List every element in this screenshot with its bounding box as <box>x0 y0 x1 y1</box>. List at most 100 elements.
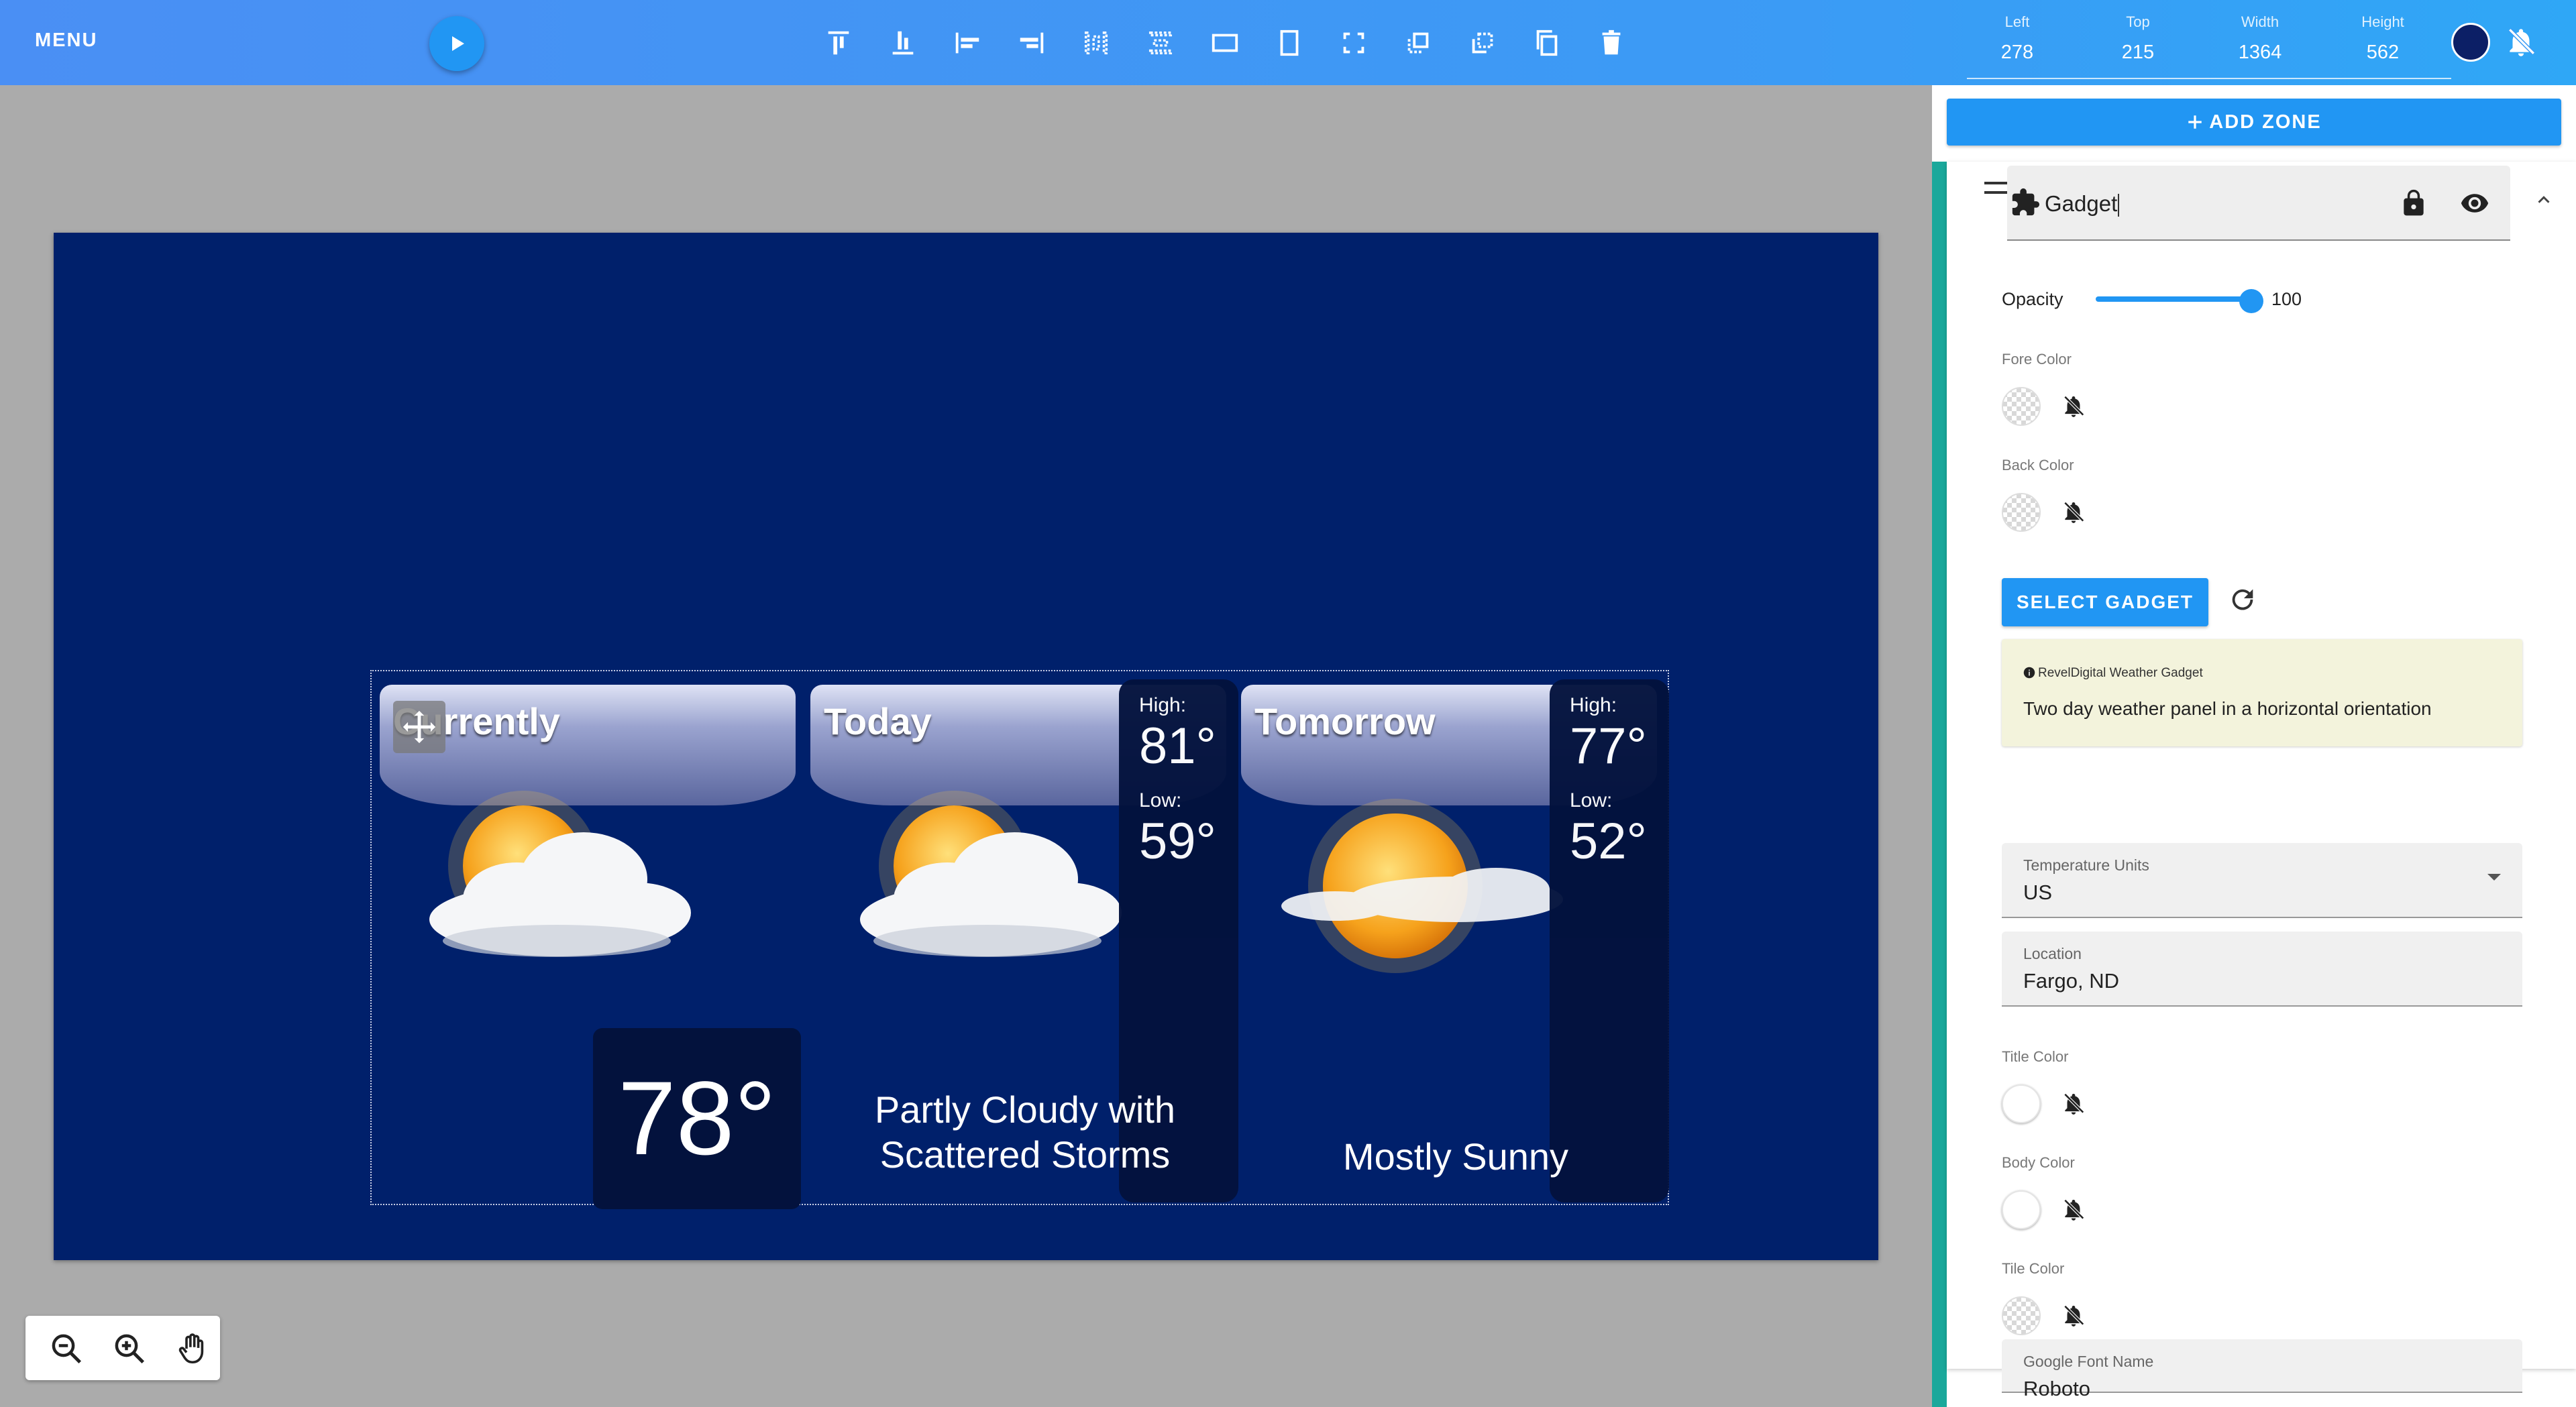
send-backward-button[interactable] <box>1464 24 1501 62</box>
weather-panel-today: Today High: 81° Low: 59° Partly Cloudy w… <box>810 679 1238 1202</box>
title-color-label: Title Color <box>2002 1048 2069 1065</box>
align-right-button[interactable] <box>1013 24 1051 62</box>
stretch-width-button[interactable] <box>1206 24 1244 62</box>
zone-name-field[interactable]: Gadget <box>2007 166 2510 241</box>
delete-icon <box>1602 30 1621 55</box>
send-backward-icon <box>1472 32 1493 54</box>
gadget-info-card: RevelDigital Weather Gadget Two day weat… <box>2002 639 2522 746</box>
body-color-swatch[interactable] <box>2002 1190 2041 1229</box>
location-value[interactable]: Fargo, ND <box>2023 969 2119 993</box>
weather-gadget-zone[interactable]: Currently 78° Today High: 81° Low: 59° P… <box>370 670 1669 1209</box>
zoom-in-icon[interactable] <box>111 1331 148 1367</box>
partly-cloudy-icon <box>429 791 691 957</box>
opacity-slider-thumb[interactable] <box>2239 289 2263 313</box>
gadget-info-description: Two day weather panel in a horizontal or… <box>2023 698 2432 719</box>
height-field[interactable]: Height 562 <box>2332 13 2433 64</box>
location-label: Location <box>2023 945 2082 962</box>
play-icon <box>452 36 464 51</box>
back-color-label: Back Color <box>2002 457 2074 473</box>
align-top-button[interactable] <box>820 24 857 62</box>
current-temp: 78° <box>618 1060 776 1177</box>
eye-icon[interactable] <box>2458 188 2491 218</box>
title-color-swatch[interactable] <box>2002 1084 2041 1123</box>
menu-button[interactable]: MENU <box>35 30 97 52</box>
temperature-units-select[interactable]: Temperature Units US <box>2002 843 2522 918</box>
location-input[interactable]: Location Fargo, ND <box>2002 932 2522 1007</box>
tomorrow-condition: Mostly Sunny <box>1342 1135 1569 1178</box>
weather-panel-tomorrow: Tomorrow High: 77° Low: 52° Mostly Sunny <box>1241 679 1669 1202</box>
add-zone-button[interactable]: ADD ZONE <box>1947 99 2561 146</box>
align-left-icon <box>955 32 979 54</box>
notifications-off-icon[interactable] <box>2061 1303 2086 1329</box>
fore-color-label: Fore Color <box>2002 351 2072 368</box>
tomorrow-high-low-tile: High: 77° Low: 52° <box>1550 679 1669 1202</box>
width-field[interactable]: Width 1364 <box>2210 13 2310 64</box>
bring-forward-button[interactable] <box>1399 24 1437 62</box>
opacity-label: Opacity <box>2002 289 2063 309</box>
top-field[interactable]: Top 215 <box>2088 13 2188 64</box>
delete-button[interactable] <box>1593 24 1630 62</box>
height-value[interactable]: 562 <box>2332 42 2433 64</box>
align-left-button[interactable] <box>949 24 986 62</box>
play-button[interactable] <box>429 16 484 71</box>
fore-color-swatch[interactable] <box>2002 387 2041 426</box>
notifications-off-icon[interactable] <box>2061 500 2086 525</box>
pan-hand-icon[interactable] <box>174 1331 211 1367</box>
design-canvas[interactable]: Currently 78° Today High: 81° Low: 59° P… <box>54 233 1878 1260</box>
width-value[interactable]: 1364 <box>2210 42 2310 64</box>
notifications-off-icon[interactable] <box>2061 394 2086 419</box>
stretch-width-icon <box>1212 34 1238 52</box>
position-fields: Left 278 Top 215 Width 1364 Height 562 <box>1967 13 2451 79</box>
lock-icon[interactable] <box>2399 188 2428 218</box>
google-font-input[interactable]: Google Font Name Roboto <box>2002 1339 2522 1400</box>
high-label: High: <box>1570 694 1617 716</box>
gadget-info-title-text: RevelDigital Weather Gadget <box>2038 666 2203 680</box>
distribute-horizontal-button[interactable] <box>1077 24 1115 62</box>
notifications-off-icon[interactable] <box>2061 1197 2086 1223</box>
google-font-value[interactable]: Roboto <box>2023 1377 2090 1401</box>
distribute-horizontal-icon <box>1084 31 1108 55</box>
opacity-slider-track[interactable] <box>2096 296 2246 302</box>
back-color-swatch[interactable] <box>2002 493 2041 532</box>
temperature-units-value: US <box>2023 881 2053 904</box>
left-field[interactable]: Left 278 <box>1967 13 2068 64</box>
tile-color-swatch[interactable] <box>2002 1296 2041 1335</box>
zone-name-value[interactable]: Gadget <box>2045 191 2120 217</box>
fullscreen-button[interactable] <box>1335 24 1373 62</box>
tile-color-label: Tile Color <box>2002 1260 2065 1277</box>
fullscreen-icon <box>1343 32 1364 54</box>
distribute-vertical-button[interactable] <box>1142 24 1179 62</box>
zoom-out-icon[interactable] <box>48 1331 85 1367</box>
left-label: Left <box>2004 13 2030 30</box>
select-gadget-button[interactable]: SELECT GADGET <box>2002 578 2208 626</box>
duplicate-icon <box>1536 30 1558 56</box>
bring-forward-icon <box>1407 32 1429 54</box>
add-zone-label: ADD ZONE <box>2209 111 2322 133</box>
background-color-swatch[interactable] <box>2451 23 2490 62</box>
align-bottom-icon <box>892 31 914 55</box>
chevron-up-icon[interactable] <box>2534 190 2554 210</box>
move-handle[interactable] <box>393 701 445 753</box>
weather-panel-currently: Currently 78° <box>380 685 801 1209</box>
duplicate-button[interactable] <box>1528 24 1566 62</box>
today-condition: Partly Cloudy with Scattered Storms <box>844 1087 1206 1177</box>
puzzle-piece-icon <box>2012 188 2040 216</box>
align-right-icon <box>1020 32 1044 54</box>
left-value[interactable]: 278 <box>1967 42 2068 64</box>
top-toolbar: MENU Left 278 Top 215 Width 1364 Height … <box>0 0 2576 85</box>
partly-cloudy-icon <box>860 791 1122 957</box>
stretch-height-button[interactable] <box>1271 24 1308 62</box>
distribute-vertical-icon <box>1148 31 1173 55</box>
notifications-off-icon[interactable] <box>2061 1091 2086 1117</box>
tomorrow-low: 52° <box>1570 813 1647 870</box>
high-label: High: <box>1139 694 1187 716</box>
top-value[interactable]: 215 <box>2088 42 2188 64</box>
today-low: 59° <box>1139 813 1216 870</box>
drag-handle-icon[interactable] <box>1984 182 2007 194</box>
plus-icon <box>2188 115 2202 129</box>
height-label: Height <box>2361 13 2404 30</box>
align-bottom-button[interactable] <box>884 24 922 62</box>
refresh-icon[interactable] <box>2227 584 2258 615</box>
today-condition-line2: Scattered Storms <box>879 1133 1171 1176</box>
notifications-off-icon[interactable] <box>2504 25 2538 59</box>
